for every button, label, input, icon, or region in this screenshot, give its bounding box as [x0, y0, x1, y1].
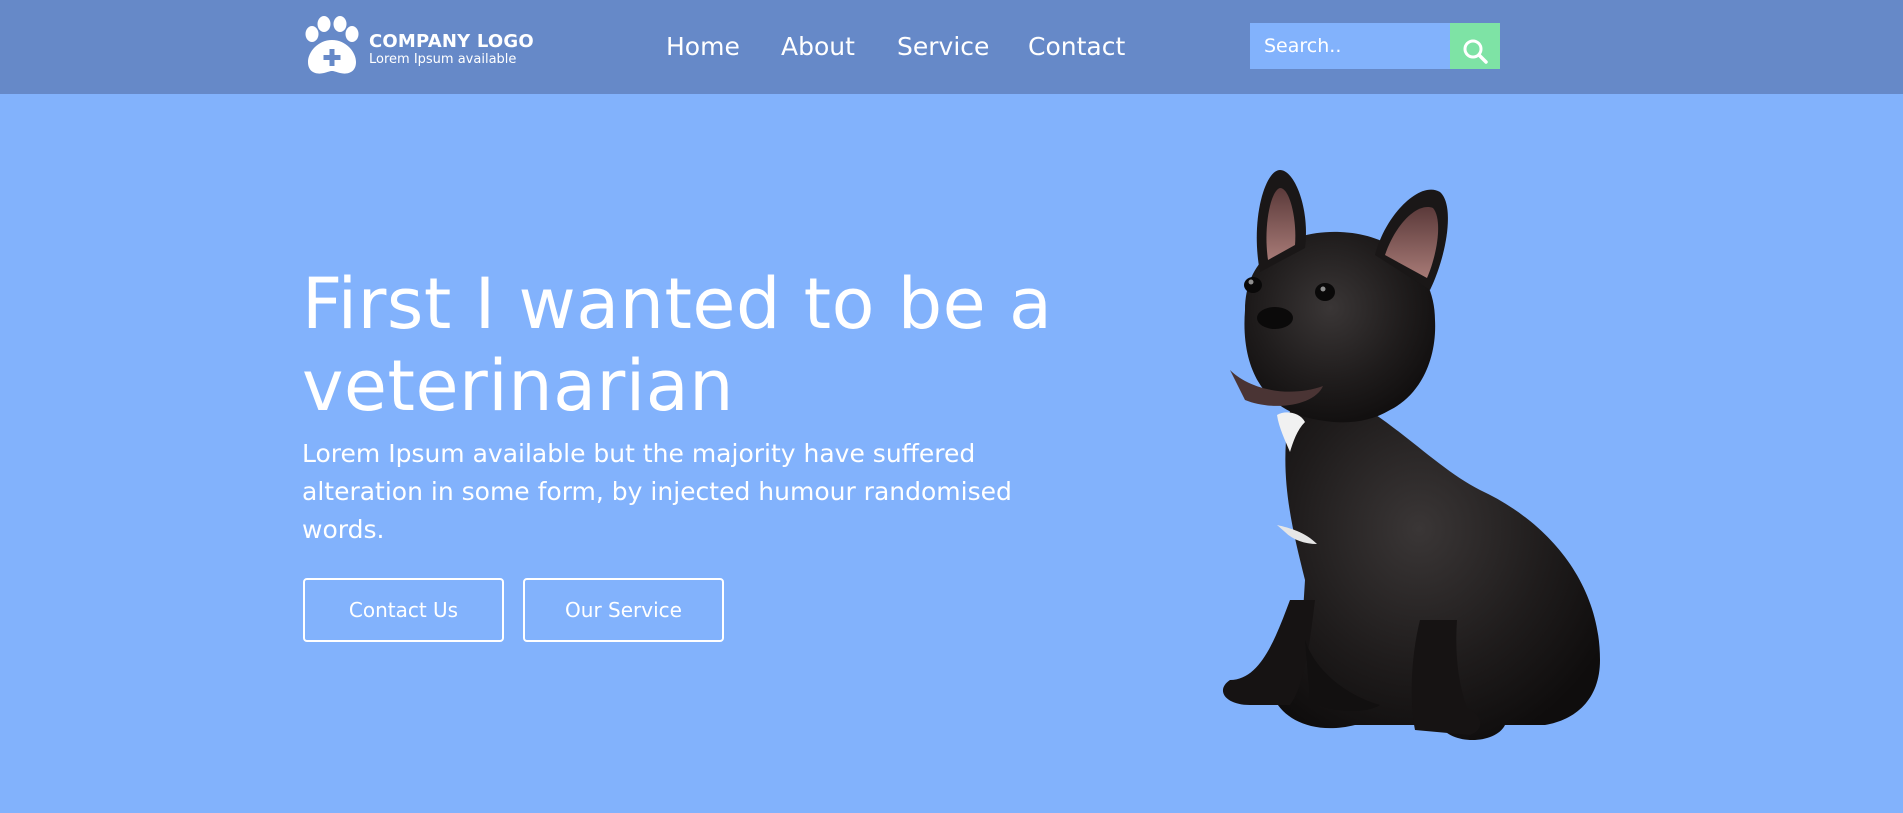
hero-description: Lorem Ipsum available but the majority h… — [302, 439, 1012, 544]
search-icon — [1463, 39, 1488, 64]
nav-contact[interactable]: Contact — [1028, 27, 1125, 67]
search-input[interactable] — [1250, 23, 1450, 69]
french-bulldog-photo — [1222, 170, 1600, 740]
contact-us-button[interactable]: Contact Us — [303, 578, 504, 642]
nav-home[interactable]: Home — [666, 27, 740, 67]
main-nav: Home About Service Contact — [0, 27, 1903, 67]
nav-service[interactable]: Service — [897, 27, 989, 67]
search-box — [1250, 23, 1500, 69]
hero-title: First I wanted to be a veterinarian — [302, 263, 1053, 427]
our-service-button[interactable]: Our Service — [523, 578, 724, 642]
site-header: COMPANY LOGO Lorem Ipsum available Home … — [0, 0, 1903, 94]
nav-about[interactable]: About — [781, 27, 855, 67]
search-button[interactable] — [1450, 23, 1500, 69]
